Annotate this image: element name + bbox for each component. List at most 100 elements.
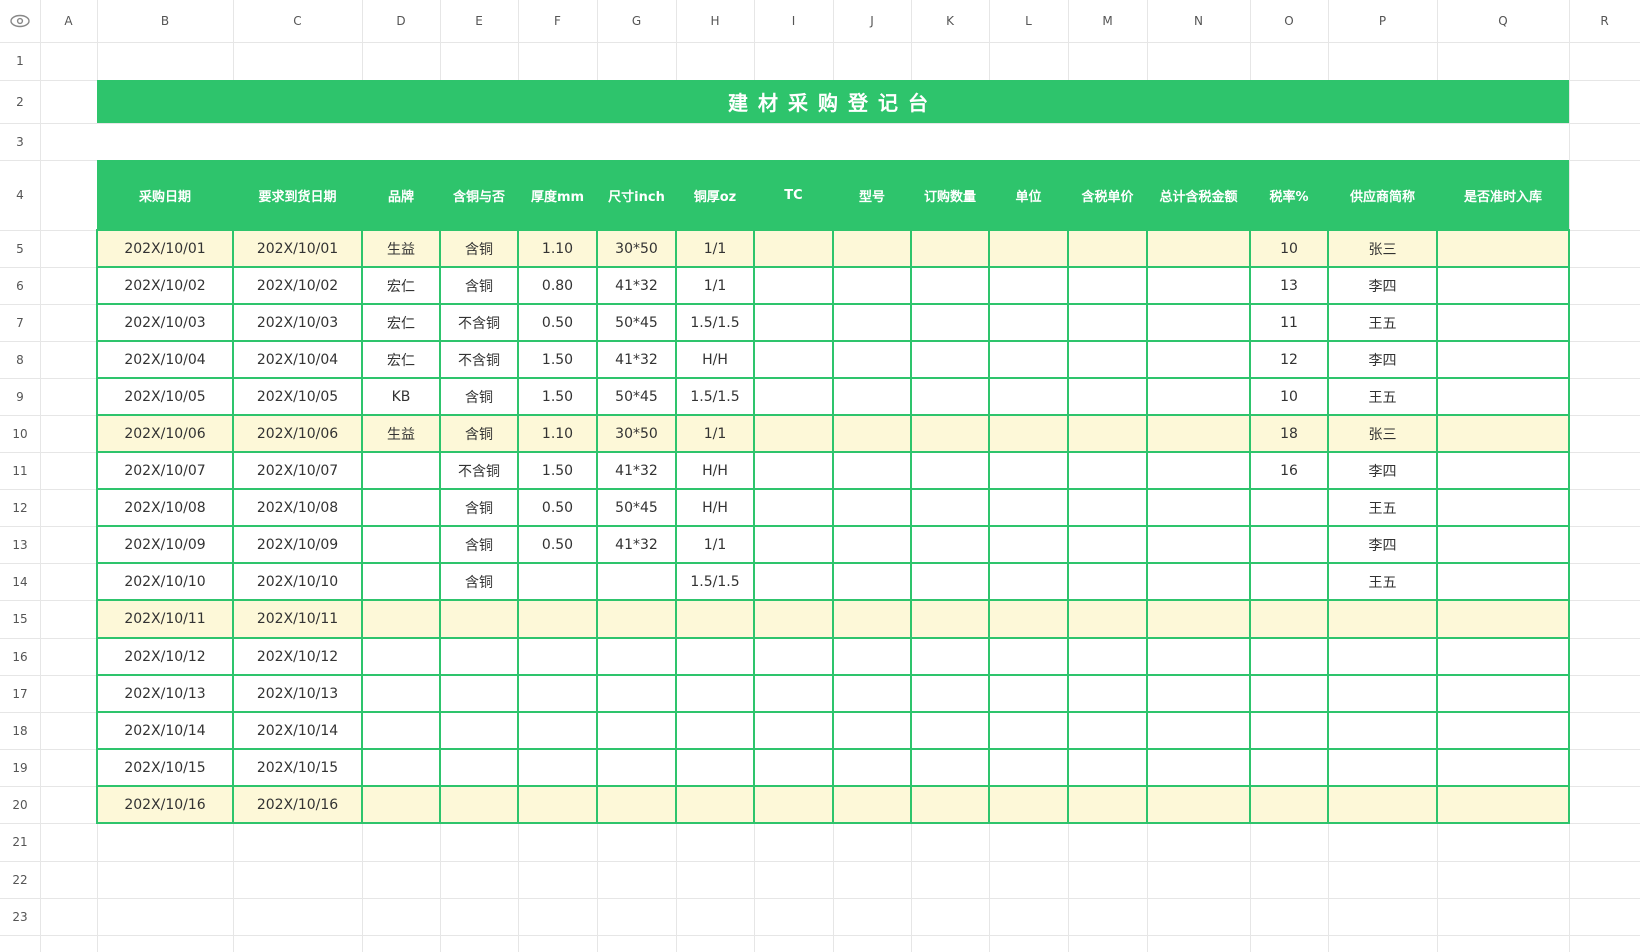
table-cell[interactable] xyxy=(911,638,989,675)
table-cell[interactable]: 202X/10/09 xyxy=(233,526,362,563)
table-cell[interactable] xyxy=(754,341,833,378)
table-cell[interactable] xyxy=(1437,489,1569,526)
table-cell[interactable]: 李四 xyxy=(1328,341,1437,378)
table-cell[interactable]: 不含铜 xyxy=(440,452,518,489)
table-cell[interactable]: 202X/10/04 xyxy=(233,341,362,378)
table-cell[interactable] xyxy=(362,563,440,600)
table-cell[interactable] xyxy=(1068,749,1147,786)
row-header[interactable]: 10 xyxy=(0,415,40,452)
table-cell[interactable]: 10 xyxy=(1250,378,1328,415)
row-header[interactable]: 5 xyxy=(0,230,40,267)
table-cell[interactable]: 1/1 xyxy=(676,526,754,563)
column-header[interactable]: M xyxy=(1068,0,1147,42)
table-cell[interactable] xyxy=(1068,600,1147,638)
table-cell[interactable] xyxy=(597,675,676,712)
table-cell[interactable] xyxy=(833,638,911,675)
column-header[interactable]: L xyxy=(989,0,1068,42)
table-cell[interactable]: 宏仁 xyxy=(362,304,440,341)
table-cell[interactable]: 0.50 xyxy=(518,304,597,341)
table-cell[interactable]: 30*50 xyxy=(597,415,676,452)
column-header[interactable]: H xyxy=(676,0,754,42)
table-cell[interactable] xyxy=(1437,563,1569,600)
table-cell[interactable]: 202X/10/15 xyxy=(97,749,233,786)
table-header-cell[interactable]: 型号 xyxy=(833,160,911,230)
table-cell[interactable] xyxy=(989,675,1068,712)
table-cell[interactable] xyxy=(911,526,989,563)
table-cell[interactable]: 宏仁 xyxy=(362,341,440,378)
table-cell[interactable] xyxy=(362,675,440,712)
table-cell[interactable]: 202X/10/02 xyxy=(97,267,233,304)
table-cell[interactable] xyxy=(989,526,1068,563)
table-cell[interactable]: 202X/10/05 xyxy=(97,378,233,415)
table-cell[interactable] xyxy=(911,600,989,638)
table-cell[interactable]: 王五 xyxy=(1328,378,1437,415)
table-cell[interactable] xyxy=(1250,749,1328,786)
table-cell[interactable] xyxy=(1250,600,1328,638)
table-cell[interactable] xyxy=(1437,786,1569,823)
column-header[interactable]: E xyxy=(440,0,518,42)
table-cell[interactable] xyxy=(911,378,989,415)
table-cell[interactable]: 王五 xyxy=(1328,563,1437,600)
table-cell[interactable] xyxy=(911,230,989,267)
table-cell[interactable] xyxy=(440,675,518,712)
table-cell[interactable] xyxy=(440,638,518,675)
table-cell[interactable] xyxy=(1328,600,1437,638)
table-cell[interactable] xyxy=(989,712,1068,749)
table-cell[interactable] xyxy=(911,489,989,526)
table-cell[interactable]: 202X/10/16 xyxy=(97,786,233,823)
row-header[interactable]: 2 xyxy=(0,80,40,123)
table-cell[interactable] xyxy=(676,712,754,749)
table-cell[interactable] xyxy=(833,712,911,749)
table-cell[interactable] xyxy=(1437,304,1569,341)
table-cell[interactable]: 李四 xyxy=(1328,452,1437,489)
table-cell[interactable] xyxy=(833,749,911,786)
table-cell[interactable]: 1.5/1.5 xyxy=(676,304,754,341)
table-cell[interactable] xyxy=(1147,638,1250,675)
table-cell[interactable]: 1.50 xyxy=(518,452,597,489)
table-cell[interactable] xyxy=(911,786,989,823)
table-cell[interactable] xyxy=(1328,712,1437,749)
table-cell[interactable] xyxy=(1147,749,1250,786)
table-cell[interactable] xyxy=(1328,786,1437,823)
table-cell[interactable]: 202X/10/14 xyxy=(97,712,233,749)
table-cell[interactable] xyxy=(989,452,1068,489)
table-cell[interactable] xyxy=(911,304,989,341)
table-cell[interactable] xyxy=(833,304,911,341)
table-header-cell[interactable]: 厚度mm xyxy=(518,160,597,230)
table-cell[interactable]: 李四 xyxy=(1328,526,1437,563)
table-cell[interactable] xyxy=(1437,378,1569,415)
table-cell[interactable] xyxy=(754,230,833,267)
table-cell[interactable]: 含铜 xyxy=(440,489,518,526)
table-cell[interactable] xyxy=(833,600,911,638)
table-header-cell[interactable]: 是否准时入库 xyxy=(1437,160,1569,230)
table-cell[interactable] xyxy=(833,452,911,489)
table-cell[interactable] xyxy=(1147,675,1250,712)
table-cell[interactable] xyxy=(518,563,597,600)
table-cell[interactable] xyxy=(1250,489,1328,526)
table-cell[interactable]: 202X/10/08 xyxy=(233,489,362,526)
table-cell[interactable]: 202X/10/10 xyxy=(97,563,233,600)
table-cell[interactable] xyxy=(1328,638,1437,675)
table-cell[interactable] xyxy=(1147,378,1250,415)
table-cell[interactable] xyxy=(676,675,754,712)
table-cell[interactable]: 1.5/1.5 xyxy=(676,563,754,600)
row-header[interactable]: 9 xyxy=(0,378,40,415)
row-header[interactable]: 8 xyxy=(0,341,40,378)
table-cell[interactable]: 王五 xyxy=(1328,489,1437,526)
table-cell[interactable]: 41*32 xyxy=(597,452,676,489)
row-header[interactable]: 15 xyxy=(0,600,40,638)
table-cell[interactable]: 12 xyxy=(1250,341,1328,378)
table-cell[interactable] xyxy=(1437,600,1569,638)
table-cell[interactable] xyxy=(989,267,1068,304)
table-cell[interactable] xyxy=(518,712,597,749)
table-cell[interactable] xyxy=(1147,526,1250,563)
table-cell[interactable]: 王五 xyxy=(1328,304,1437,341)
table-cell[interactable]: 41*32 xyxy=(597,267,676,304)
table-cell[interactable] xyxy=(911,563,989,600)
table-cell[interactable]: 李四 xyxy=(1328,267,1437,304)
table-cell[interactable] xyxy=(1437,415,1569,452)
table-cell[interactable] xyxy=(362,712,440,749)
table-cell[interactable]: 50*45 xyxy=(597,489,676,526)
table-cell[interactable]: 202X/10/11 xyxy=(233,600,362,638)
table-cell[interactable] xyxy=(362,749,440,786)
